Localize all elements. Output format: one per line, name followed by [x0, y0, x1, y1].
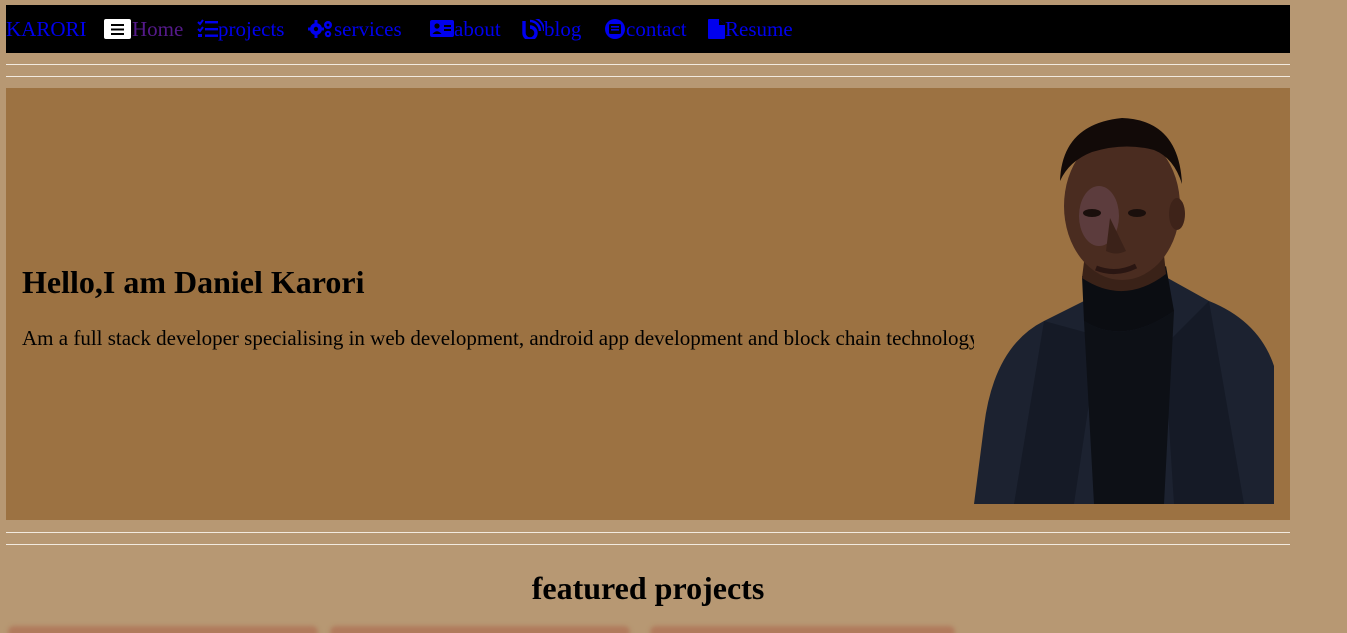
brand-link[interactable]: KARORI: [6, 17, 87, 41]
project-card[interactable]: [330, 626, 630, 633]
list-check-icon: [197, 19, 218, 37]
hero-section: Hello,I am Daniel Karori Am a full stack…: [6, 88, 1290, 520]
nav-item-about-label: about: [454, 17, 501, 41]
nav-item-resume[interactable]: Resume: [708, 17, 793, 41]
portrait-photo: [974, 118, 1274, 504]
nav-item-services-label: services: [334, 17, 402, 41]
nav-item-home[interactable]: Home: [132, 17, 183, 41]
page: KARORI Home projects services about blog…: [0, 0, 1347, 633]
gears-icon: [308, 20, 332, 38]
nav-item-blog[interactable]: blog: [522, 17, 581, 41]
id-card-icon: [430, 20, 454, 37]
divider: [6, 64, 1290, 65]
nav-item-home-label: Home: [132, 17, 184, 41]
nav-item-about[interactable]: about: [430, 17, 501, 41]
file-icon: [708, 19, 725, 39]
nav-item-services[interactable]: services: [308, 17, 402, 41]
hamburger-icon-glyph: [111, 23, 124, 35]
profile-photo: [974, 106, 1274, 504]
hero-description: Am a full stack developer specialising i…: [22, 326, 984, 350]
nav-item-blog-label: blog: [544, 17, 582, 41]
featured-projects-heading: featured projects: [531, 570, 765, 606]
divider: [6, 532, 1290, 533]
nav-item-contact[interactable]: contact: [604, 17, 687, 41]
divider: [6, 76, 1290, 77]
divider: [6, 544, 1290, 545]
project-card[interactable]: [650, 626, 955, 633]
blog-icon: [522, 19, 544, 39]
project-card[interactable]: [8, 626, 318, 633]
nav-item-projects[interactable]: projects: [197, 17, 284, 41]
nav-item-projects-label: projects: [218, 17, 285, 41]
hero-title: Hello,I am Daniel Karori: [22, 264, 365, 300]
nav-item-contact-label: contact: [626, 17, 687, 41]
hamburger-icon[interactable]: [104, 19, 131, 39]
top-navbar: KARORI Home projects services about blog…: [6, 5, 1290, 53]
nav-item-resume-label: Resume: [725, 17, 793, 41]
contact-icon: [605, 19, 625, 39]
